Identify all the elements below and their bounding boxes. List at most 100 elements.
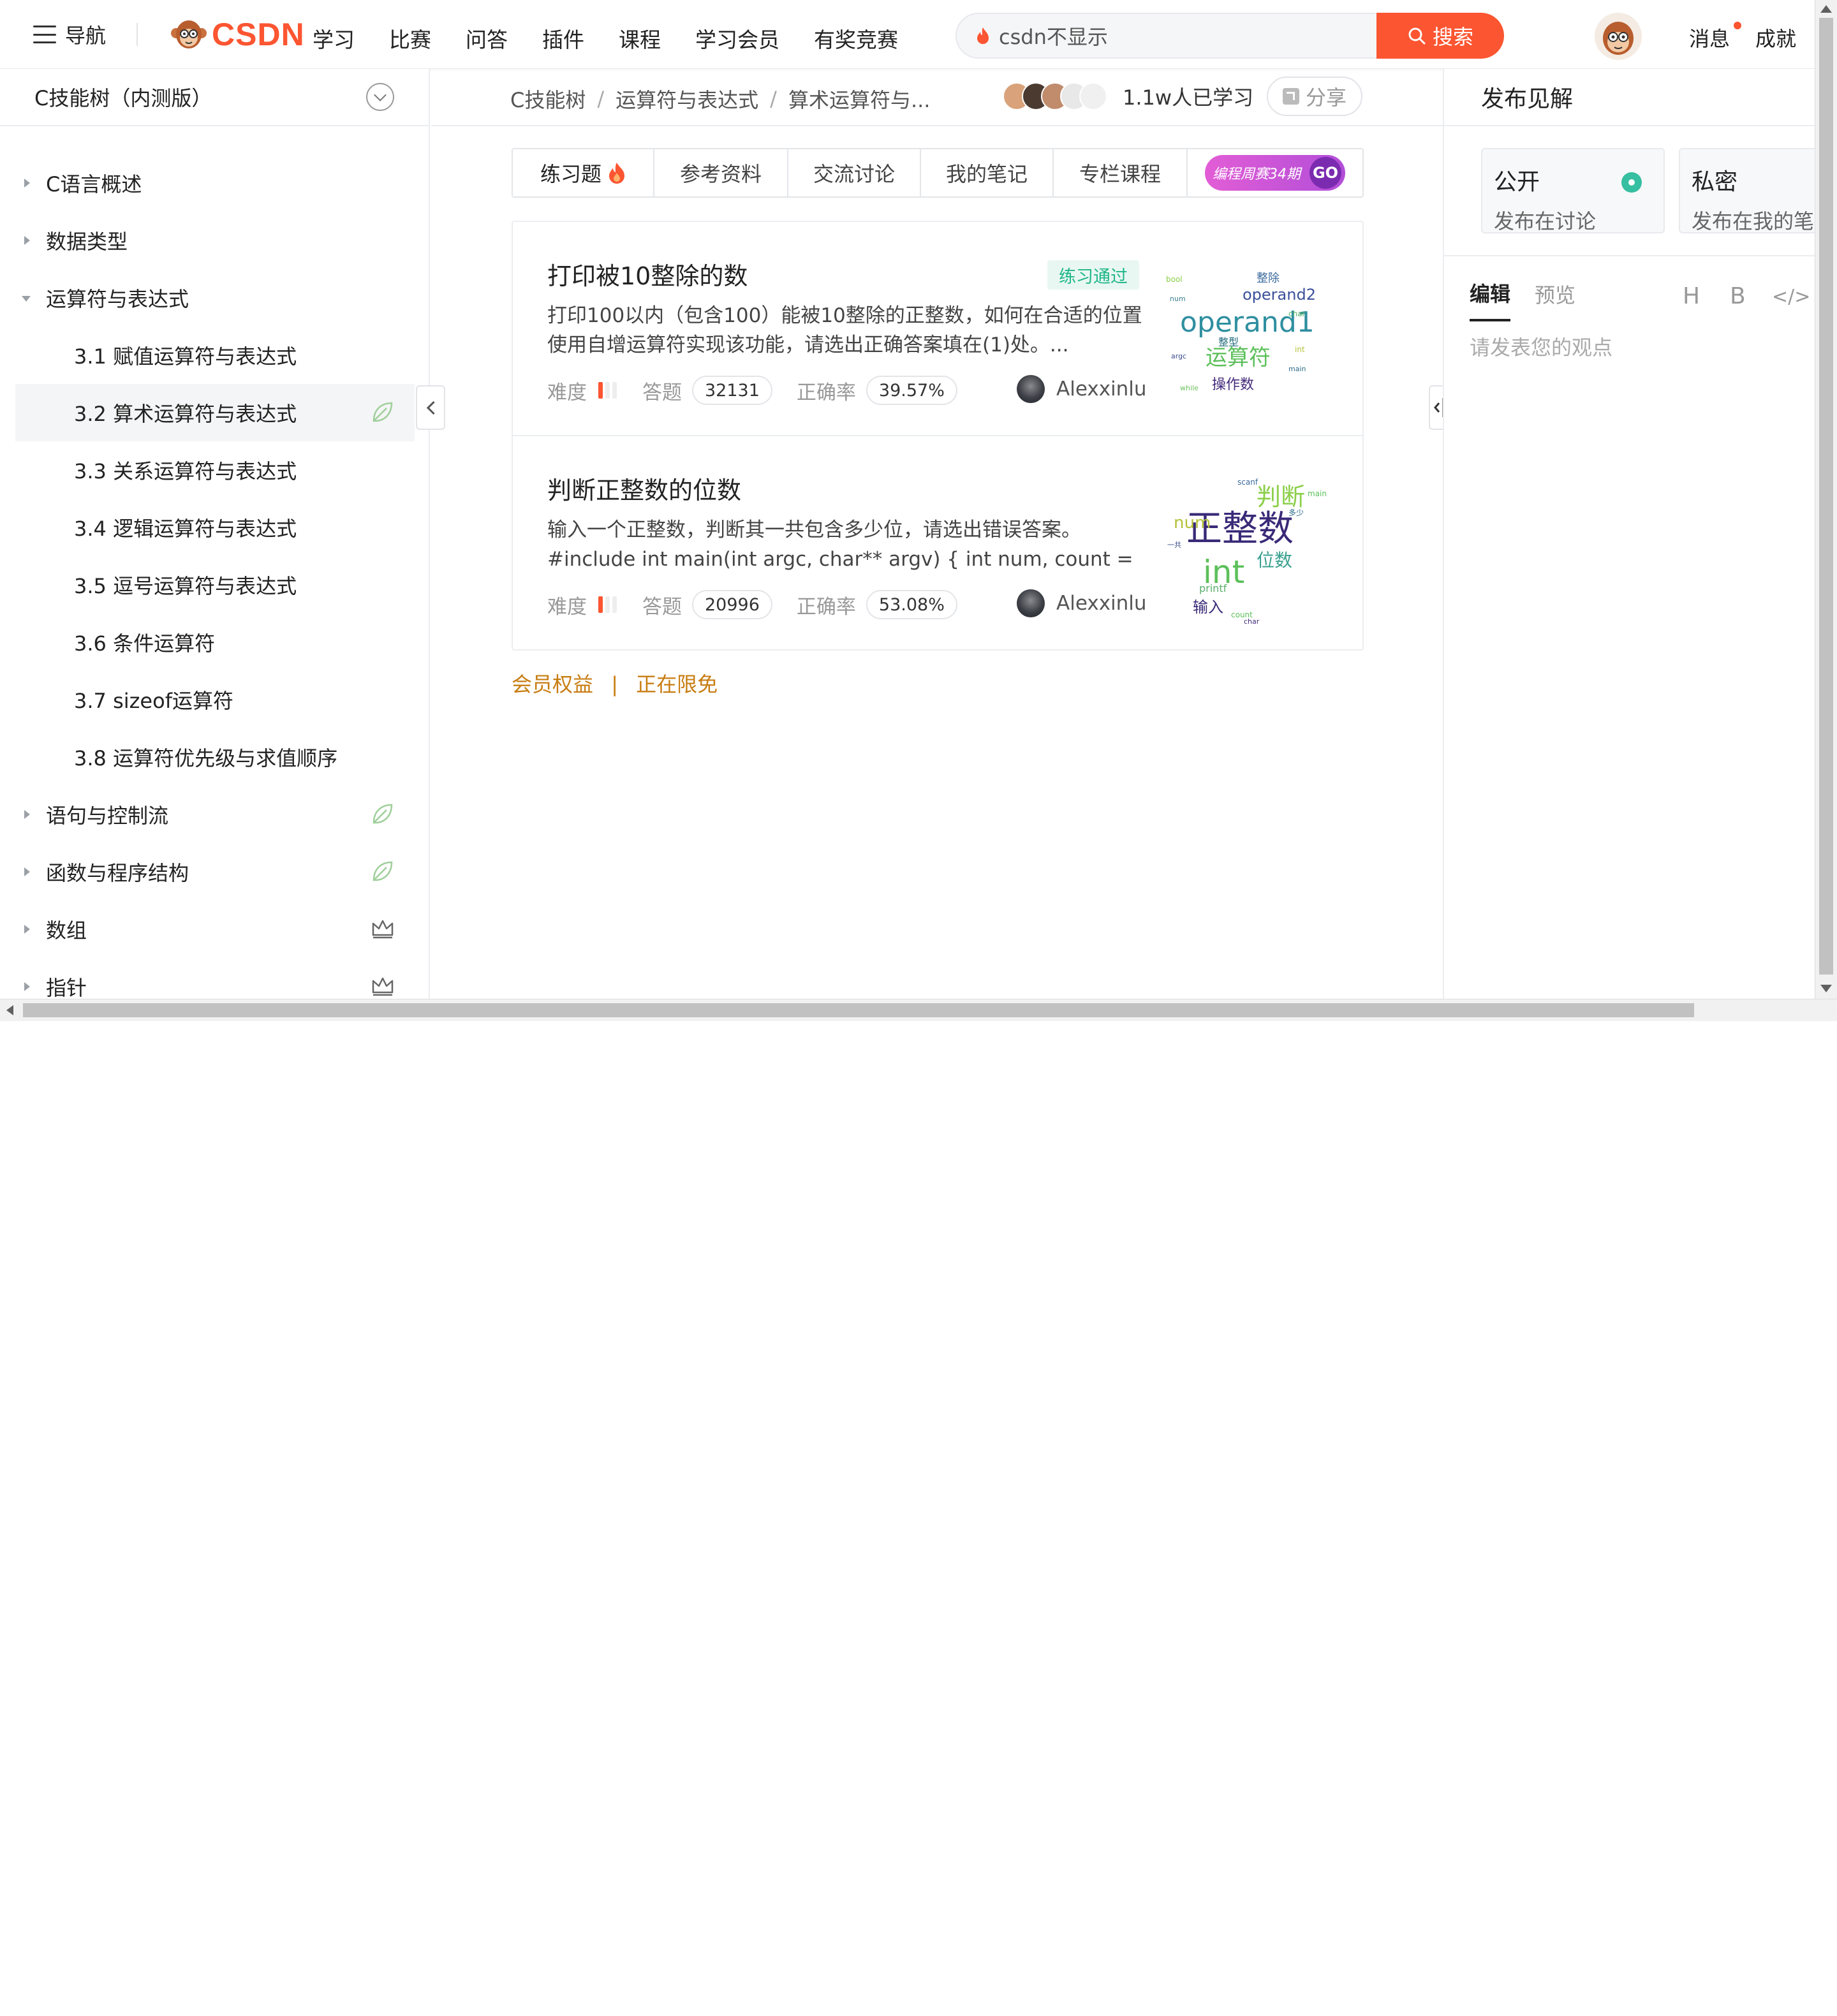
share-label: 分享 [1305, 85, 1346, 110]
answers-count: 32131 [692, 376, 772, 405]
scroll-down-icon[interactable] [1820, 985, 1832, 992]
monkey-logo-icon [171, 20, 207, 48]
cloud-word: operand2 [1243, 286, 1316, 304]
svg-text:num: num [1170, 295, 1186, 303]
promo-area: 编程周赛34期 GO [1188, 149, 1362, 196]
skill-tree-sidebar: C技能树（内测版） C语言概述 数据类型 运算符与表达式 3.1 赋值运算符与表达式 3… [0, 69, 430, 1000]
breadcrumb-separator: / [770, 87, 777, 111]
leaf-icon [370, 399, 395, 425]
learners-count: 1.1w人已学习 [1123, 85, 1254, 110]
bold-tool-button[interactable]: B [1730, 283, 1746, 309]
caret-right-icon[interactable] [24, 236, 30, 245]
caret-right-icon[interactable] [24, 925, 30, 934]
sidebar-item[interactable]: 3.6 条件运算符 [0, 614, 430, 671]
nav-link-learn[interactable]: 学习 [313, 23, 355, 54]
leaf-icon [370, 858, 395, 884]
limited-free-link[interactable]: 正在限免 [636, 672, 718, 696]
scrollbar-thumb[interactable] [23, 1003, 1694, 1017]
search-button[interactable]: 搜索 [1376, 13, 1504, 59]
vertical-scrollbar[interactable] [1815, 0, 1837, 999]
achievements-link[interactable]: 成就 [1755, 23, 1796, 52]
tab-column-courses[interactable]: 专栏课程 [1054, 149, 1188, 196]
search-box [955, 13, 1378, 59]
nav-link-qa[interactable]: 问答 [466, 23, 508, 54]
messages-link[interactable]: 消息 [1689, 23, 1730, 52]
visibility-subtitle: 发布在我的笔记 [1692, 209, 1815, 233]
promo-text: 编程周赛34期 [1213, 166, 1301, 182]
nav-link-prize-contest[interactable]: 有奖竞赛 [814, 23, 898, 54]
share-button[interactable]: 分享 [1267, 77, 1362, 116]
caret-right-icon[interactable] [24, 810, 30, 819]
nav-link-membership[interactable]: 学习会员 [695, 23, 779, 54]
nav-link-contest[interactable]: 比赛 [389, 23, 431, 54]
heading-tool-button[interactable]: H [1683, 283, 1700, 309]
member-benefits-link[interactable]: 会员权益 [512, 672, 593, 696]
sidebar-item[interactable]: 3.1 赋值运算符与表达式 [0, 327, 430, 384]
svg-text:char: char [1288, 309, 1306, 318]
tab-discussion[interactable]: 交流讨论 [788, 149, 921, 196]
sidebar-item[interactable]: 3.4 逻辑运算符与表达式 [0, 499, 430, 556]
exercise-card[interactable]: 判断正整数的位数 输入一个正整数，判断其一共包含多少位，请选出错误答案。#inc… [513, 436, 1362, 651]
exercise-title[interactable]: 打印被10整除的数 [547, 256, 748, 291]
caret-right-icon[interactable] [24, 867, 30, 876]
collapse-sidebar-button[interactable] [416, 385, 445, 430]
horizontal-scrollbar[interactable]: CSDN @wangxiaoge5001 [0, 999, 1837, 2016]
sidebar-item[interactable]: C语言概述 [0, 154, 430, 212]
code-tool-button[interactable]: </> [1772, 286, 1810, 308]
exercise-description: 打印100以内（包含100）能被10整除的正整数，如何在合适的位置使用自增运算符… [547, 304, 1142, 357]
difficulty-label: 难度 [547, 381, 587, 404]
author[interactable]: Alexxinlu [1017, 375, 1147, 403]
tab-references[interactable]: 参考资料 [654, 149, 788, 196]
sidebar-item[interactable]: 数据类型 [0, 212, 430, 269]
visibility-public-option[interactable]: 公开 发布在讨论 [1481, 148, 1665, 233]
publish-panel: 发布见解 公开 发布在讨论 私密 发布在我的笔记 编辑 预览 H B </> [1443, 69, 1815, 999]
search-button-label: 搜索 [1432, 25, 1473, 49]
weekly-contest-banner[interactable]: 编程周赛34期 GO [1205, 155, 1345, 191]
sidebar-item[interactable]: 语句与控制流 [0, 786, 430, 843]
tab-edit[interactable]: 编辑 [1470, 278, 1511, 321]
author[interactable]: Alexxinlu [1017, 589, 1147, 617]
sidebar-item[interactable]: 3.2 算术运算符与表达式 [15, 384, 415, 441]
scrollbar-thumb[interactable] [1819, 18, 1833, 975]
sidebar-item[interactable]: 3.7 sizeof运算符 [0, 671, 430, 728]
search-input[interactable] [999, 24, 1356, 48]
sidebar-item[interactable]: 3.3 关系运算符与表达式 [0, 441, 430, 499]
breadcrumb-item[interactable]: C技能树 [510, 84, 586, 114]
user-avatar[interactable] [1595, 13, 1642, 60]
sidebar-item[interactable]: 运算符与表达式 [0, 269, 430, 327]
nav-menu-label: 导航 [65, 24, 107, 48]
tab-exercises[interactable]: 练习题 [513, 149, 654, 196]
csdn-logo[interactable]: CSDN [170, 15, 305, 54]
breadcrumb-item[interactable]: 算术运算符与... [788, 84, 931, 114]
sidebar-item[interactable]: 数组 [0, 901, 430, 958]
sidebar-item-label: 数据类型 [46, 230, 128, 254]
word-cloud-image: 正整数 int 判断 位数 输入 num printf scanf main 多… [1167, 478, 1327, 624]
opinion-textarea[interactable] [1470, 332, 1789, 906]
nav-link-plugin[interactable]: 插件 [542, 23, 584, 54]
tab-preview[interactable]: 预览 [1535, 279, 1575, 320]
sidebar-item[interactable]: 函数与程序结构 [0, 843, 430, 901]
breadcrumb-item[interactable]: 运算符与表达式 [616, 84, 758, 114]
visibility-private-option[interactable]: 私密 发布在我的笔记 [1679, 148, 1815, 233]
sidebar-item-label: 函数与程序结构 [46, 861, 189, 885]
nav-link-course[interactable]: 课程 [619, 23, 661, 54]
sidebar-item[interactable]: 3.5 逗号运算符与表达式 [0, 556, 430, 614]
cloud-word: 运算符 [1206, 345, 1271, 371]
caret-right-icon[interactable] [24, 179, 30, 188]
answers-label: 答题 [642, 595, 682, 619]
caret-right-icon[interactable] [24, 982, 30, 991]
pass-badge: 练习通过 [1047, 260, 1139, 290]
sidebar-item[interactable]: 3.8 运算符优先级与求值顺序 [0, 728, 430, 786]
tab-label: 练习题 [540, 162, 601, 186]
scroll-left-icon[interactable] [6, 1005, 13, 1015]
exercise-title[interactable]: 判断正整数的位数 [547, 471, 741, 506]
accuracy-label: 正确率 [796, 381, 856, 404]
nav-menu-button[interactable]: 导航 [33, 20, 106, 48]
notification-dot [1734, 22, 1741, 29]
difficulty-label: 难度 [547, 595, 587, 619]
caret-down-icon[interactable] [22, 296, 31, 302]
tab-my-notes[interactable]: 我的笔记 [921, 149, 1054, 196]
exercise-card[interactable]: 打印被10整除的数 练习通过 打印100以内（包含100）能被10整除的正整数，… [513, 222, 1362, 436]
scroll-up-icon[interactable] [1820, 5, 1832, 13]
chevron-down-icon[interactable] [366, 83, 394, 111]
